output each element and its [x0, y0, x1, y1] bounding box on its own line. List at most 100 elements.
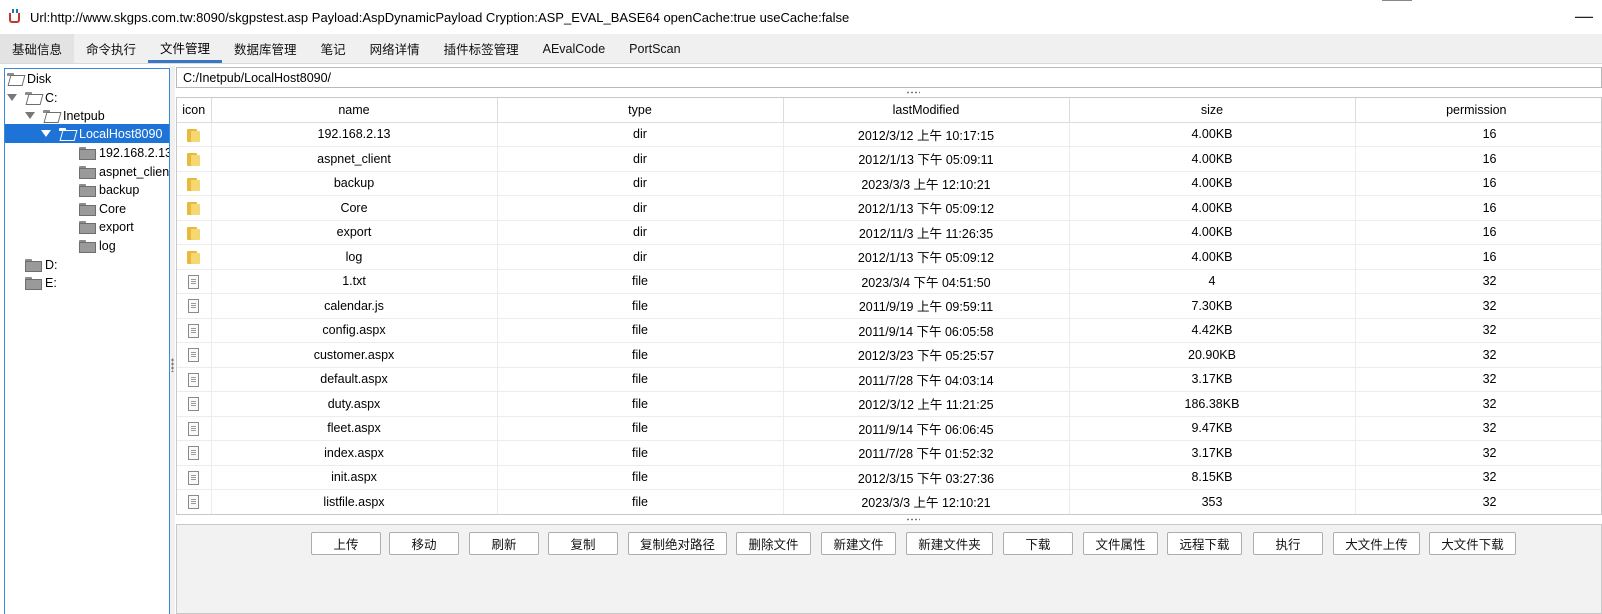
cell-name: customer.aspx	[211, 342, 498, 368]
minimize-button[interactable]: —	[1572, 6, 1596, 28]
tab-aevalcode[interactable]: AEvalCode	[531, 34, 618, 63]
cell-permission: 16	[1355, 195, 1601, 221]
table-row[interactable]: init.aspx file 2012/3/15 下午 03:27:36 8.15KB…	[177, 465, 1601, 490]
splitter-grip-icon[interactable]	[906, 91, 920, 94]
cell-name: listfile.aspx	[211, 489, 498, 514]
table-row[interactable]: log dir 2012/1/13 下午 05:09:12 4.00KB 16	[177, 244, 1601, 270]
cell-permission: 32	[1355, 465, 1601, 490]
column-header-icon[interactable]: icon	[177, 98, 212, 123]
cell-size: 4.00KB	[1069, 171, 1356, 196]
move-button[interactable]: 移动	[389, 532, 459, 555]
tree-item-label: LocalHost8090	[79, 126, 163, 141]
refresh-button[interactable]: 刷新	[469, 532, 539, 555]
tree-item-d-drive[interactable]: D:	[25, 255, 58, 274]
tree-item-label: C:	[45, 90, 58, 105]
tree-root-disk[interactable]: Disk	[7, 69, 51, 88]
table-row[interactable]: export dir 2012/11/3 上午 11:26:35 4.00KB 16	[177, 220, 1601, 245]
tree-item-export[interactable]: export	[79, 217, 134, 236]
table-row[interactable]: index.aspx file 2011/7/28 下午 01:52:32 3.17K…	[177, 440, 1601, 466]
cell-lastmodified: 2011/9/14 下午 06:06:45	[783, 416, 1070, 441]
icon-cell	[177, 342, 212, 368]
tab-file-manager[interactable]: 文件管理	[148, 34, 223, 63]
cell-name: aspnet_client	[211, 146, 498, 172]
folder-icon	[79, 221, 96, 234]
column-header-lastmodified[interactable]: lastModified	[783, 98, 1070, 123]
tree-item-c-drive[interactable]: C:	[7, 88, 58, 107]
new-folder-button[interactable]: 新建文件夹	[906, 532, 993, 555]
table-row[interactable]: 192.168.2.13 dir 2012/3/12 上午 10:17:15 4.00…	[177, 122, 1601, 147]
file-icon	[188, 348, 200, 363]
expand-arrow-icon[interactable]	[25, 112, 35, 119]
file-icon	[188, 397, 200, 412]
tab-network-details[interactable]: 网络详情	[358, 34, 432, 63]
new-file-button[interactable]: 新建文件	[821, 532, 896, 555]
cell-name: config.aspx	[211, 318, 498, 343]
splitter-grip-icon[interactable]	[171, 358, 174, 372]
table-row[interactable]: customer.aspx file 2012/3/23 下午 05:25:57 20…	[177, 342, 1601, 368]
table-row[interactable]: default.aspx file 2011/7/28 下午 04:03:14 3.1…	[177, 367, 1601, 392]
file-icon	[188, 323, 200, 338]
cell-size: 9.47KB	[1069, 416, 1356, 441]
tree-item-e-drive[interactable]: E:	[25, 273, 57, 292]
column-header-type[interactable]: type	[497, 98, 784, 123]
cell-type: file	[497, 293, 784, 319]
folder-icon	[79, 147, 96, 160]
copy-absolute-path-button[interactable]: 复制绝对路径	[628, 532, 727, 555]
table-row[interactable]: config.aspx file 2011/9/14 下午 06:05:58 4.42…	[177, 318, 1601, 343]
tree-item-backup[interactable]: backup	[79, 180, 139, 199]
file-icon	[188, 470, 200, 485]
icon-cell	[177, 489, 212, 514]
copy-button[interactable]: 复制	[548, 532, 618, 555]
cell-permission: 32	[1355, 293, 1601, 319]
splitter-grip-icon[interactable]	[906, 518, 920, 521]
tree-item-log[interactable]: log	[79, 236, 116, 255]
table-row[interactable]: 1.txt file 2023/3/4 下午 04:51:50 4 32	[177, 269, 1601, 294]
tree-item-aspnet-client[interactable]: aspnet_client	[79, 162, 169, 181]
cell-type: file	[497, 391, 784, 417]
tab-portscan[interactable]: PortScan	[617, 34, 692, 63]
large-file-upload-button[interactable]: 大文件上传	[1333, 532, 1420, 555]
download-button[interactable]: 下载	[1003, 532, 1073, 555]
tab-plugin-tags[interactable]: 插件标签管理	[432, 34, 531, 63]
icon-cell	[177, 293, 212, 319]
tree-item-core[interactable]: Core	[79, 199, 126, 218]
table-row[interactable]: calendar.js file 2011/9/19 上午 09:59:11 7.30…	[177, 293, 1601, 319]
table-row[interactable]: listfile.aspx file 2023/3/3 上午 12:10:21 353…	[177, 489, 1601, 514]
vertical-splitter[interactable]	[170, 66, 175, 614]
icon-cell	[177, 416, 212, 441]
tab-basic-info[interactable]: 基础信息	[0, 34, 75, 63]
table-row[interactable]: backup dir 2023/3/3 上午 12:10:21 4.00KB 16	[177, 171, 1601, 196]
tree-item-localhost8090[interactable]: LocalHost8090	[5, 124, 169, 143]
table-row[interactable]: duty.aspx file 2012/3/12 上午 11:21:25 186.38…	[177, 391, 1601, 417]
table-row[interactable]: aspnet_client dir 2012/1/13 下午 05:09:11 4.0…	[177, 146, 1601, 172]
tab-database-manager[interactable]: 数据库管理	[222, 34, 309, 63]
cell-permission: 32	[1355, 489, 1601, 514]
tree-item-label: Inetpub	[63, 108, 105, 123]
expand-arrow-icon[interactable]	[7, 94, 17, 101]
table-row[interactable]: fleet.aspx file 2011/9/14 下午 06:06:45 9.47K…	[177, 416, 1601, 441]
table-row[interactable]: Core dir 2012/1/13 下午 05:09:12 4.00KB 16	[177, 195, 1601, 221]
cell-permission: 32	[1355, 440, 1601, 466]
tree-item-inetpub[interactable]: Inetpub	[25, 106, 105, 125]
cell-lastmodified: 2011/9/19 上午 09:59:11	[783, 293, 1070, 319]
folder-icon	[187, 152, 201, 167]
delete-file-button[interactable]: 删除文件	[736, 532, 811, 555]
upload-button[interactable]: 上传	[311, 532, 381, 555]
tab-notes[interactable]: 笔记	[309, 34, 358, 63]
cell-permission: 16	[1355, 244, 1601, 270]
column-header-size[interactable]: size	[1069, 98, 1356, 123]
remote-download-button[interactable]: 远程下载	[1167, 532, 1242, 555]
icon-cell	[177, 122, 212, 147]
path-input[interactable]: C:/Inetpub/LocalHost8090/	[176, 67, 1602, 88]
execute-button[interactable]: 执行	[1253, 532, 1323, 555]
column-header-name[interactable]: name	[211, 98, 498, 123]
expand-arrow-icon[interactable]	[41, 130, 51, 137]
large-file-download-button[interactable]: 大文件下载	[1429, 532, 1516, 555]
column-header-permission[interactable]: permission	[1355, 98, 1601, 123]
tree-item-192-168-2-13[interactable]: 192.168.2.13	[79, 143, 169, 162]
cell-type: dir	[497, 244, 784, 270]
cell-type: file	[497, 318, 784, 343]
cell-type: file	[497, 342, 784, 368]
file-properties-button[interactable]: 文件属性	[1083, 532, 1158, 555]
tab-command-exec[interactable]: 命令执行	[74, 34, 148, 63]
